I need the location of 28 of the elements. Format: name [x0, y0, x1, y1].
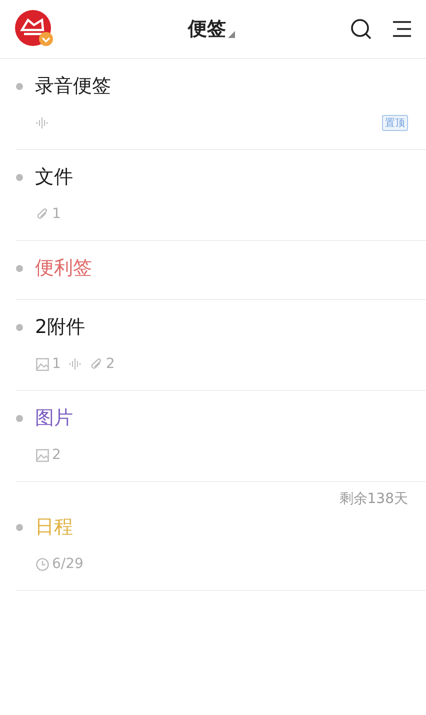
paperclip-icon [90, 358, 103, 370]
image-icon [36, 448, 49, 462]
menu-icon[interactable] [392, 20, 412, 38]
note-title[interactable]: 图片 [35, 405, 73, 431]
pinned-badge: 置顶 [382, 115, 408, 131]
bullet-icon [16, 82, 23, 90]
bullet-icon [16, 524, 23, 530]
bullet-icon [16, 414, 23, 422]
attachment-count: 2 [106, 356, 115, 372]
attachment-count: 1 [52, 356, 61, 372]
attachment-count: 6/29 [52, 556, 84, 572]
bullet-icon [16, 324, 23, 330]
bullet-icon [16, 264, 23, 272]
note-title[interactable]: 2附件 [35, 314, 86, 340]
attachment-count: 2 [52, 447, 61, 463]
days-remaining: 剩余138天 [339, 490, 408, 508]
search-icon[interactable] [350, 18, 372, 40]
app-title[interactable]: 便签 [188, 16, 226, 42]
waveform-icon [36, 117, 49, 129]
paperclip-icon [36, 208, 49, 220]
clock-icon [36, 558, 49, 570]
note-title[interactable]: 文件 [35, 164, 73, 190]
note-title[interactable]: 录音便签 [35, 73, 111, 99]
bullet-icon [16, 174, 23, 180]
waveform-icon [68, 358, 82, 370]
dropdown-icon[interactable] [228, 31, 235, 38]
attachment-count: 1 [52, 206, 61, 222]
image-icon [36, 358, 49, 370]
